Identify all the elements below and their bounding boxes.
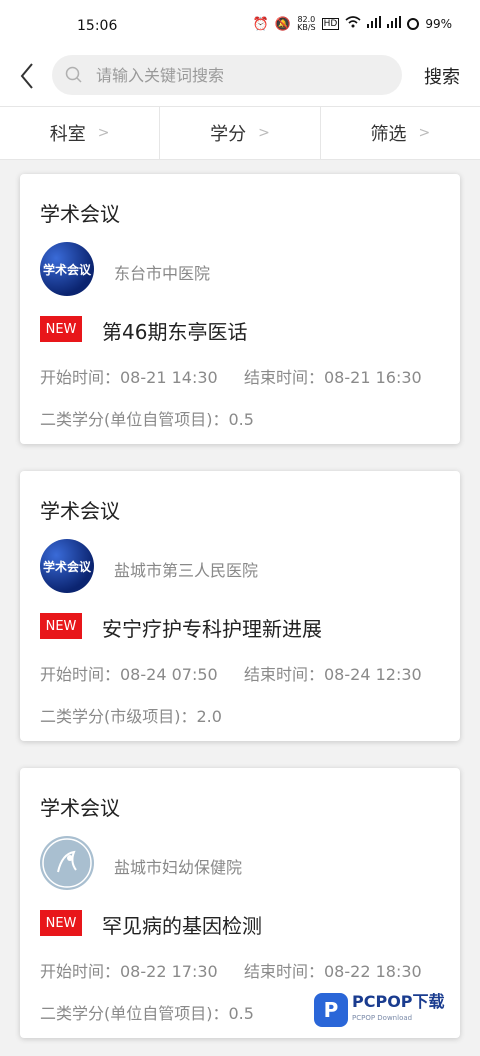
- wifi-icon: [345, 16, 361, 32]
- card-end-time: 结束时间：08-21 16:30: [244, 368, 422, 387]
- hospital-logo-icon: [42, 838, 92, 888]
- filter-bar: 科室 > 学分 > 筛选 >: [0, 106, 480, 160]
- card-credit: 二类学分(单位自管项目)：0.5: [40, 1004, 254, 1023]
- card-organization: 盐城市妇幼保健院: [114, 858, 243, 877]
- search-box[interactable]: [52, 55, 402, 95]
- meeting-card[interactable]: 学术会议 学术会议 盐城市第三人民医院 NEW 安宁疗护专科护理新进展 开始时间…: [20, 471, 460, 741]
- card-title: 第46期东亭医话: [102, 320, 248, 344]
- chevron-left-icon: [20, 63, 33, 89]
- card-category: 学术会议: [40, 202, 120, 226]
- chevron-right-icon: >: [97, 125, 110, 141]
- signal-icon-2: [387, 16, 402, 32]
- search-button[interactable]: 搜索: [424, 63, 460, 89]
- alarm-icon: ⏰: [252, 16, 269, 32]
- card-category: 学术会议: [40, 796, 120, 820]
- watermark-brand: PCPOP下载: [352, 992, 445, 1011]
- watermark: P PCPOP下载 PCPOP Download: [314, 990, 460, 1030]
- filter-credit[interactable]: 学分 >: [160, 107, 321, 159]
- mute-icon: 🔕: [274, 16, 292, 32]
- new-badge: NEW: [40, 910, 82, 936]
- status-time: 15:06: [77, 18, 118, 34]
- avatar-text: 学术会议: [42, 262, 91, 277]
- filter-label: 科室: [49, 124, 86, 145]
- watermark-sub: PCPOP Download: [352, 1014, 413, 1022]
- filter-department[interactable]: 科室 >: [0, 107, 161, 159]
- status-bar: 15:06 ⏰ 🔕 82.0 KB/S HD 99%: [0, 0, 480, 50]
- chevron-right-icon: >: [258, 125, 270, 141]
- card-organization: 东台市中医院: [114, 264, 211, 283]
- card-category: 学术会议: [40, 499, 120, 523]
- avatar: 学术会议: [40, 242, 94, 296]
- card-start-time: 开始时间：08-22 17:30: [40, 962, 218, 981]
- avatar: [40, 836, 94, 890]
- avatar-text: 学术会议: [42, 559, 91, 574]
- battery-level: 99%: [425, 17, 452, 31]
- net-speed: 82.0 KB/S: [297, 15, 316, 32]
- status-icons: ⏰ 🔕 82.0 KB/S HD 99%: [253, 16, 452, 32]
- new-badge: NEW: [40, 316, 82, 342]
- card-title: 安宁疗护专科护理新进展: [102, 617, 322, 641]
- avatar: 学术会议: [40, 539, 94, 593]
- watermark-logo: P: [314, 993, 348, 1027]
- filter-label: 学分: [210, 124, 247, 145]
- card-credit: 二类学分(单位自管项目)：0.5: [40, 410, 254, 429]
- search-header: 搜索: [0, 50, 480, 106]
- chevron-right-icon: >: [418, 125, 431, 141]
- new-badge: NEW: [40, 613, 82, 639]
- search-input[interactable]: [96, 65, 376, 85]
- filter-label: 筛选: [370, 124, 407, 145]
- card-credit: 二类学分(市级项目)：2.0: [40, 707, 222, 726]
- battery-icon: [407, 18, 420, 30]
- filter-more[interactable]: 筛选 >: [321, 107, 480, 159]
- meeting-card[interactable]: 学术会议 学术会议 东台市中医院 NEW 第46期东亭医话 开始时间：08-21…: [20, 174, 460, 444]
- signal-icon: [367, 16, 382, 32]
- card-end-time: 结束时间：08-22 18:30: [244, 962, 422, 981]
- watermark-text: PCPOP下载 PCPOP Download: [352, 994, 445, 1026]
- search-icon: [65, 66, 82, 83]
- back-button[interactable]: [16, 60, 40, 92]
- card-title: 罕见病的基因检测: [102, 914, 262, 938]
- card-start-time: 开始时间：08-24 07:50: [40, 665, 218, 684]
- hd-icon: HD: [321, 18, 340, 30]
- card-end-time: 结束时间：08-24 12:30: [244, 665, 422, 684]
- card-start-time: 开始时间：08-21 14:30: [40, 368, 218, 387]
- card-organization: 盐城市第三人民医院: [114, 561, 259, 580]
